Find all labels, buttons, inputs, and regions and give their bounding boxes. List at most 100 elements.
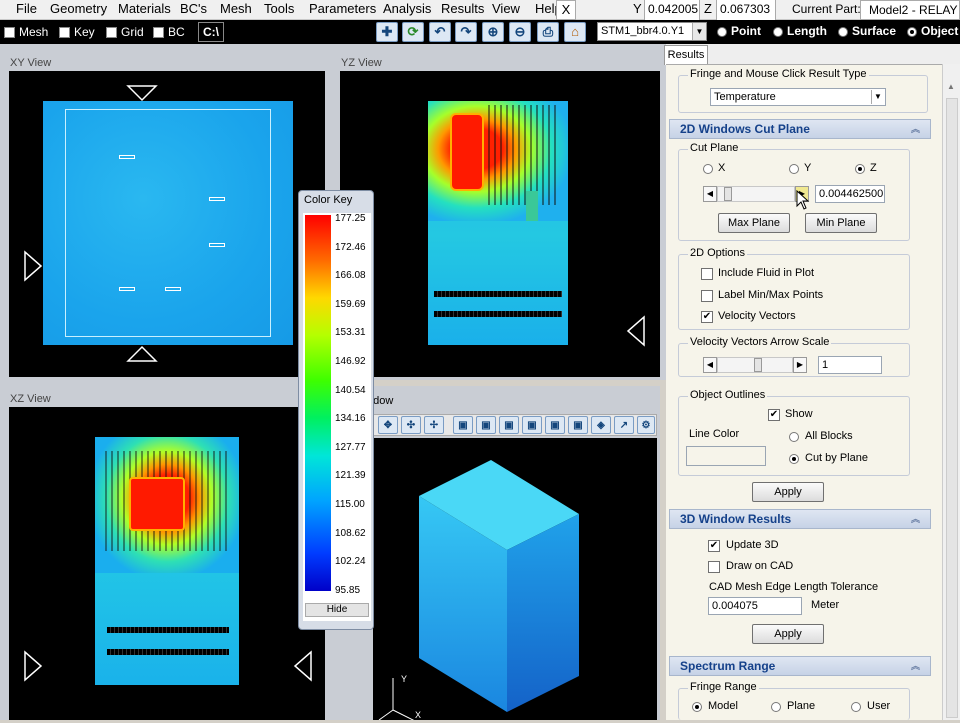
menu-geometry[interactable]: Geometry [50, 1, 107, 16]
include-fluid-checkbox[interactable] [701, 268, 713, 280]
length-radio[interactable] [773, 27, 783, 37]
zoom-out-icon[interactable]: ⊖ [509, 22, 531, 42]
cut-plane-slider[interactable] [717, 186, 795, 202]
home-icon[interactable]: ⌂ [564, 22, 586, 42]
pan-icon[interactable]: ✣ [401, 416, 421, 434]
range-model-label: Model [708, 700, 738, 712]
scale-slider-thumb[interactable] [754, 358, 762, 372]
view-top-icon[interactable]: ▣ [545, 416, 565, 434]
scale-slider-left-arrow[interactable]: ◀ [703, 357, 717, 373]
cut-plane-section-header[interactable]: 2D Windows Cut Plane ︽ [669, 119, 931, 139]
apply-outlines-button[interactable]: Apply [752, 482, 824, 502]
scroll-thumb[interactable] [946, 98, 958, 718]
x-axis-label: X [718, 162, 726, 174]
view-back-icon[interactable]: ▣ [476, 416, 496, 434]
arrow-scale-input[interactable]: 1 [818, 356, 882, 374]
cut-slider-thumb[interactable] [724, 187, 732, 201]
xy-viewport[interactable] [9, 71, 325, 377]
undo-icon[interactable]: ↶ [429, 22, 451, 42]
menu-bcs[interactable]: BC's [180, 1, 207, 16]
x-axis-radio[interactable] [703, 164, 713, 174]
menu-view[interactable]: View [492, 1, 520, 16]
menu-analysis[interactable]: Analysis [383, 1, 431, 16]
svg-text:Y: Y [401, 674, 407, 684]
xz-viewport[interactable] [9, 407, 325, 720]
fringe-type-select[interactable]: Temperature ▼ [710, 88, 886, 106]
settings-icon[interactable]: ⚙ [637, 416, 655, 434]
grid-checkbox[interactable] [106, 27, 117, 38]
y-coord-value: 0.042005 [644, 0, 700, 20]
draw-on-cad-label: Draw on CAD [726, 560, 794, 572]
3d-results-section-header[interactable]: 3D Window Results ︽ [669, 509, 931, 529]
velocity-vectors-checkbox[interactable]: ✔ [701, 311, 713, 323]
color-key-value: 95.85 [335, 584, 361, 596]
spectrum-header-title: Spectrum Range [680, 659, 776, 673]
cut-plane-value-input[interactable]: 0.0044625001 [815, 185, 885, 203]
all-blocks-radio[interactable] [789, 432, 799, 442]
min-plane-button[interactable]: Min Plane [805, 213, 877, 233]
menu-parameters[interactable]: Parameters [309, 1, 376, 16]
color-key-value: 159.69 [335, 298, 366, 310]
scroll-up-icon[interactable]: ▲ [947, 82, 955, 91]
key-checkbox[interactable] [59, 27, 70, 38]
label-minmax-checkbox[interactable] [701, 290, 713, 302]
y-axis-radio[interactable] [789, 164, 799, 174]
print-icon[interactable]: ⎙ [537, 22, 559, 42]
view-front-icon[interactable]: ▣ [453, 416, 473, 434]
view-iso-icon[interactable]: ◈ [591, 416, 611, 434]
update-3d-checkbox[interactable]: ✔ [708, 540, 720, 552]
color-key-value: 127.77 [335, 441, 366, 453]
redo-icon[interactable]: ↷ [455, 22, 477, 42]
refresh-icon[interactable]: ⟳ [402, 22, 424, 42]
panel-scrollbar[interactable]: ▲ [942, 64, 960, 720]
menu-mesh[interactable]: Mesh [220, 1, 252, 16]
menu-help[interactable]: Help [535, 1, 557, 16]
command-prompt-button[interactable]: C:\ [198, 22, 224, 42]
zoom-in-icon[interactable]: ⊕ [482, 22, 504, 42]
study-select[interactable]: STM1_bbr4.0.Y1 ▼ [597, 22, 707, 41]
menu-materials[interactable]: Materials [118, 1, 171, 16]
pointer-icon[interactable]: ↗ [614, 416, 634, 434]
range-plane-radio[interactable] [771, 702, 781, 712]
collapse-chevron-icon: ︽ [910, 514, 920, 524]
view-left-icon[interactable]: ▣ [499, 416, 519, 434]
surface-radio[interactable] [838, 27, 848, 37]
z-axis-radio[interactable] [855, 164, 865, 174]
cut-by-plane-label: Cut by Plane [805, 452, 868, 464]
arrow-scale-slider[interactable] [717, 357, 793, 373]
color-key-value: 146.92 [335, 356, 366, 367]
menu-file[interactable]: File [16, 1, 37, 16]
color-key-title: Color Key [304, 194, 353, 206]
spectrum-section-header[interactable]: Spectrum Range ︽ [669, 656, 931, 676]
draw-on-cad-checkbox[interactable] [708, 561, 720, 573]
tolerance-input[interactable]: 0.004075 [708, 597, 802, 615]
cut-slider-left-arrow[interactable]: ◀ [703, 186, 717, 202]
view-bottom-icon[interactable]: ▣ [568, 416, 588, 434]
range-user-radio[interactable] [851, 702, 861, 712]
hide-key-button[interactable]: Hide [305, 603, 369, 617]
scale-slider-right-arrow[interactable]: ▶ [793, 357, 807, 373]
tab-results[interactable]: Results [664, 45, 708, 65]
apply-3d-button[interactable]: Apply [752, 624, 824, 644]
object-radio[interactable] [907, 27, 917, 37]
move-icon[interactable]: ✢ [424, 416, 444, 434]
menu-tools[interactable]: Tools [264, 1, 294, 16]
max-plane-button[interactable]: Max Plane [718, 213, 790, 233]
show-outlines-checkbox[interactable]: ✔ [768, 409, 780, 421]
range-model-radio[interactable] [692, 702, 702, 712]
grid-toggle-label: Grid [121, 25, 144, 39]
menu-results[interactable]: Results [441, 1, 484, 16]
window-3d-viewport[interactable]: Y X [373, 438, 657, 723]
color-key-value: 115.00 [335, 499, 365, 510]
rotate-icon[interactable]: ✥ [378, 416, 398, 434]
point-radio[interactable] [717, 27, 727, 37]
mesh-checkbox[interactable] [4, 27, 15, 38]
close-button[interactable]: X [556, 0, 576, 20]
yz-viewport[interactable] [340, 71, 660, 377]
fit-view-icon[interactable]: ✚ [376, 22, 398, 42]
view-right-icon[interactable]: ▣ [522, 416, 542, 434]
fringe-group-label: Fringe and Mouse Click Result Type [688, 68, 869, 80]
line-color-swatch[interactable] [686, 446, 766, 466]
cut-by-plane-radio[interactable] [789, 454, 799, 464]
bc-checkbox[interactable] [153, 27, 164, 38]
